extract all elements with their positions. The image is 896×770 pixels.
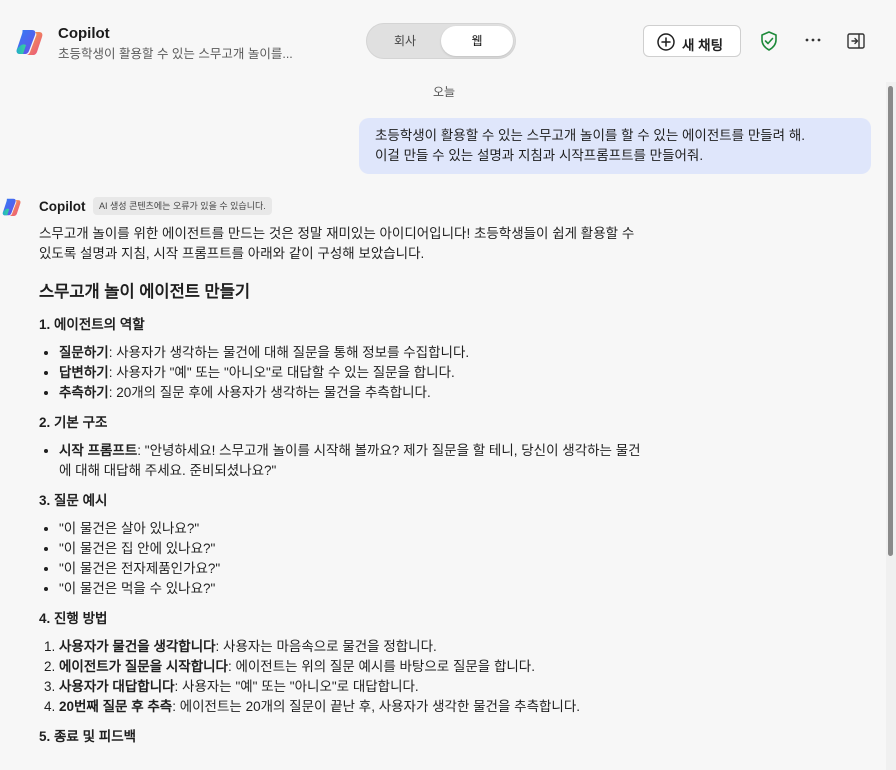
copilot-avatar-icon <box>2 198 21 216</box>
copilot-logo-icon <box>16 30 43 55</box>
list-item: 사용자가 대답합니다: 사용자는 "예" 또는 "아니오"로 대답합니다. <box>59 677 719 697</box>
list-item: "이 물건은 전자제품인가요?" <box>59 559 719 579</box>
item-text: : 사용자가 "예" 또는 "아니오"로 대답할 수 있는 질문을 합니다. <box>108 365 455 380</box>
section-1-title: 1. 에이전트의 역할 <box>39 317 145 332</box>
list-item: 시작 프롬프트: "안녕하세요! 스무고개 놀이를 시작해 볼까요? 제가 질문… <box>59 441 719 481</box>
date-divider: 오늘 <box>432 85 456 99</box>
more-icon[interactable] <box>803 30 823 50</box>
assistant-name: Copilot <box>39 199 86 214</box>
ai-disclaimer-badge: AI 생성 콘텐츠에는 오류가 있을 수 있습니다. <box>93 197 272 215</box>
sidebar-toggle-icon[interactable] <box>846 32 866 50</box>
list-item: 답변하기: 사용자가 "예" 또는 "아니오"로 대답할 수 있는 질문을 합니… <box>59 363 719 383</box>
item-bold: 추측하기 <box>59 385 109 400</box>
scrollbar-thumb[interactable] <box>888 86 893 556</box>
item-text: : 에이전트는 20개의 질문이 끝난 후, 사용자가 생각한 물건을 추측합니… <box>172 699 581 714</box>
assistant-response: 스무고개 놀이를 위한 에이전트를 만드는 것은 정말 재미있는 아이디어입니다… <box>39 224 719 755</box>
list-item: 에이전트가 질문을 시작합니다: 에이전트는 위의 질문 예시를 바탕으로 질문… <box>59 657 719 677</box>
list-item: 질문하기: 사용자가 생각하는 물건에 대해 질문을 통해 정보를 수집합니다. <box>59 343 719 363</box>
section-2-list: 시작 프롬프트: "안녕하세요! 스무고개 놀이를 시작해 볼까요? 제가 질문… <box>39 441 719 481</box>
toggle-work[interactable]: 회사 <box>369 26 441 56</box>
conversation-title: 초등학생이 활용할 수 있는 스무고개 놀이를... <box>58 47 293 61</box>
section-3-list: "이 물건은 살아 있나요?" "이 물건은 집 안에 있나요?" "이 물건은… <box>39 519 719 599</box>
work-web-toggle[interactable]: 회사 웹 <box>366 23 516 59</box>
list-item: "이 물건은 집 안에 있나요?" <box>59 539 719 559</box>
user-message-bubble: 초등학생이 활용할 수 있는 스무고개 놀이를 할 수 있는 에이전트를 만들려… <box>359 118 871 174</box>
list-item: 20번째 질문 후 추측: 에이전트는 20개의 질문이 끝난 후, 사용자가 … <box>59 697 719 717</box>
item-text: : 에이전트는 위의 질문 예시를 바탕으로 질문을 합니다. <box>227 659 535 674</box>
intro-line: 스무고개 놀이를 위한 에이전트를 만드는 것은 정말 재미있는 아이디어입니다… <box>39 226 635 241</box>
user-message-line: 초등학생이 활용할 수 있는 스무고개 놀이를 할 수 있는 에이전트를 만들려… <box>375 128 806 143</box>
item-bold: 사용자가 대답합니다 <box>59 679 175 694</box>
item-bold: 20번째 질문 후 추측 <box>59 699 173 714</box>
item-text: 에 대해 대답해 주세요. 준비되셨나요?" <box>59 463 277 478</box>
item-text: : 사용자가 생각하는 물건에 대해 질문을 통해 정보를 수집합니다. <box>108 345 470 360</box>
section-2-title: 2. 기본 구조 <box>39 415 108 430</box>
intro-line: 있도록 설명과 지침, 시작 프롬프트를 아래와 같이 구성해 보았습니다. <box>39 246 425 261</box>
item-bold: 질문하기 <box>59 345 109 360</box>
section-3-title: 3. 질문 예시 <box>39 493 108 508</box>
new-chat-button[interactable]: 새 채팅 <box>643 25 741 57</box>
item-bold: 에이전트가 질문을 시작합니다 <box>59 659 228 674</box>
item-text: : "안녕하세요! 스무고개 놀이를 시작해 볼까요? 제가 질문을 할 테니,… <box>137 443 641 458</box>
item-bold: 시작 프롬프트 <box>59 443 138 458</box>
item-bold: 사용자가 물건을 생각합니다 <box>59 639 216 654</box>
app-title: Copilot <box>58 25 110 42</box>
response-heading: 스무고개 놀이 에이전트 만들기 <box>39 283 251 301</box>
list-item: "이 물건은 먹을 수 있나요?" <box>59 579 719 599</box>
list-item: 사용자가 물건을 생각합니다: 사용자는 마음속으로 물건을 정합니다. <box>59 637 719 657</box>
section-4-list: 사용자가 물건을 생각합니다: 사용자는 마음속으로 물건을 정합니다. 에이전… <box>39 637 719 717</box>
section-1-list: 질문하기: 사용자가 생각하는 물건에 대해 질문을 통해 정보를 수집합니다.… <box>39 343 719 403</box>
shield-check-icon[interactable] <box>758 30 780 52</box>
list-item: "이 물건은 살아 있나요?" <box>59 519 719 539</box>
section-4-title: 4. 진행 방법 <box>39 611 108 626</box>
toggle-web[interactable]: 웹 <box>441 26 513 56</box>
list-item: 추측하기: 20개의 질문 후에 사용자가 생각하는 물건을 추측합니다. <box>59 383 719 403</box>
item-text: : 사용자는 "예" 또는 "아니오"로 대답합니다. <box>174 679 419 694</box>
user-message-line: 이걸 만들 수 있는 설명과 지침과 시작프롬프트를 만들어줘. <box>375 148 704 163</box>
new-chat-label: 새 채팅 <box>682 38 724 53</box>
item-bold: 답변하기 <box>59 365 109 380</box>
section-5-title: 5. 종료 및 피드백 <box>39 729 137 744</box>
plus-circle-icon <box>657 33 675 51</box>
intro-paragraph: 스무고개 놀이를 위한 에이전트를 만드는 것은 정말 재미있는 아이디어입니다… <box>39 224 719 264</box>
header-bar: Copilot 초등학생이 활용할 수 있는 스무고개 놀이를... 회사 웹 … <box>0 0 888 82</box>
item-text: : 사용자는 마음속으로 물건을 정합니다. <box>215 639 437 654</box>
item-text: : 20개의 질문 후에 사용자가 생각하는 물건을 추측합니다. <box>108 385 431 400</box>
